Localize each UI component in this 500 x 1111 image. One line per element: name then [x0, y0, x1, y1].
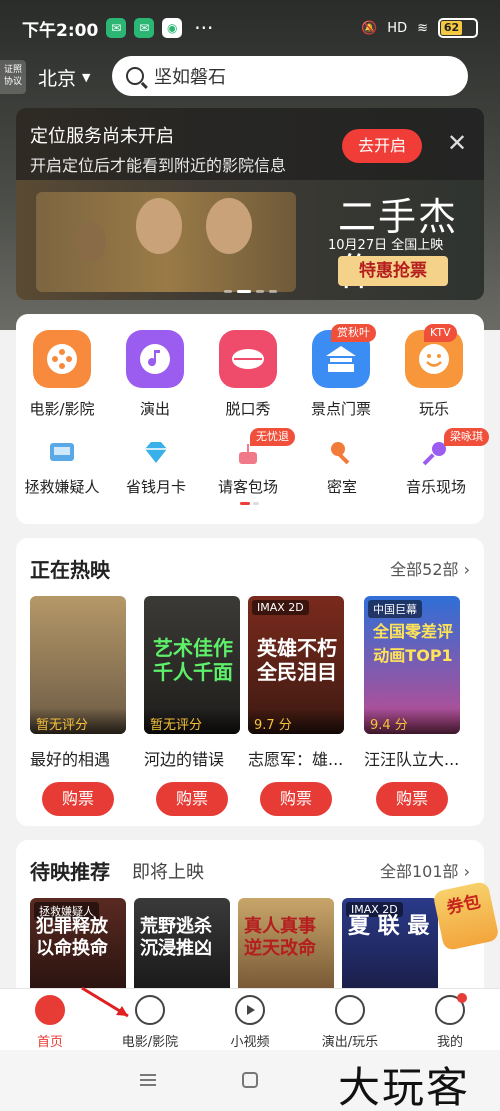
search-value: 坚如磐石: [154, 67, 226, 88]
movie-item[interactable]: 艺术佳作 千人千面 暂无评分 河边的错误 购票: [144, 596, 248, 816]
tab-shows[interactable]: 演出/玩乐: [300, 995, 400, 1050]
signal-icon: HD: [387, 20, 408, 36]
section-title: 正在热映: [30, 558, 110, 582]
film-reel-icon: [135, 995, 165, 1025]
upcoming-poster[interactable]: 真人真事 逆天改命: [238, 898, 334, 988]
movie-poster: 艺术佳作 千人千面 暂无评分: [144, 596, 240, 734]
entry-standup[interactable]: 脱口秀: [202, 330, 294, 419]
coupon-packet-button[interactable]: 券包: [432, 880, 500, 952]
movie-item[interactable]: 中国巨幕 全国零差评 动画TOP1 9.4 分 汪汪队立大... 购票: [364, 596, 468, 816]
home-cat-icon: [35, 995, 65, 1025]
banner-release-date: 10月27日 全国上映: [328, 238, 444, 253]
upcoming-card: 待映推荐 即将上映 全部101部 › 拯救嫌疑人 犯罪释放 以命换命 荒野逃杀 …: [16, 840, 484, 1000]
banner-ticket-button[interactable]: 特惠抢票: [338, 256, 448, 286]
profile-icon: [435, 993, 467, 1025]
enable-location-button[interactable]: 去开启: [342, 129, 422, 163]
red-arrow-annotation: [81, 986, 129, 1018]
upcoming-poster[interactable]: IMAX 2D 夏 联 最: [342, 898, 438, 988]
entry-private-screening[interactable]: 无忧退 请客包场: [198, 428, 298, 497]
wechat-notification-icon: ✉: [106, 18, 127, 38]
entry-badge: KTV: [424, 324, 457, 342]
movie-item[interactable]: 暂无评分 最好的相遇 购票: [30, 596, 134, 816]
home-button-icon[interactable]: [242, 1072, 258, 1088]
lips-icon: [219, 330, 277, 388]
entry-fun[interactable]: KTV 玩乐: [388, 324, 480, 419]
play-icon: [235, 995, 265, 1025]
top-header: 证照 协议 北京 ▼ 坚如磐石: [0, 54, 500, 100]
movie-name: 河边的错误: [144, 750, 225, 769]
buy-ticket-button[interactable]: 购票: [376, 782, 448, 816]
more-notifications-icon: ···: [194, 16, 214, 40]
close-icon[interactable]: ✕: [446, 131, 468, 155]
entry-escape-room[interactable]: 密室: [292, 438, 392, 497]
mute-icon: 🔕: [361, 20, 378, 36]
entry-pagination: [240, 502, 259, 505]
movie-name: 最好的相遇: [30, 750, 111, 769]
section-title[interactable]: 待映推荐: [30, 856, 110, 885]
movie-name: 志愿军：雄...: [248, 750, 344, 769]
search-input[interactable]: 坚如磐石: [112, 56, 468, 96]
key-icon: [327, 438, 357, 468]
location-notice: 定位服务尚未开启 开启定位后才能看到附近的影院信息 去开启 ✕: [16, 108, 484, 180]
status-time: 下午2:00: [22, 20, 99, 41]
wifi-icon: ≋: [417, 20, 428, 36]
quick-entry-card: 电影/影院 演出 脱口秀 赏秋叶 景点门票 KTV 玩乐 拯救嫌疑人 省钱月卡: [16, 314, 489, 524]
caret-down-icon: ▼: [82, 70, 91, 84]
entry-attractions[interactable]: 赏秋叶 景点门票: [295, 324, 387, 419]
battery-icon: 62: [438, 18, 478, 38]
upcoming-poster[interactable]: 荒野逃杀 沉浸推凶: [134, 898, 230, 988]
see-all-link[interactable]: 全部101部 ›: [380, 858, 470, 882]
film-reel-icon: [33, 330, 91, 388]
notification-dot: [457, 993, 467, 1003]
now-showing-card: 正在热映 全部52部 › 暂无评分 最好的相遇 购票 艺术佳作 千人千面 暂无评…: [16, 538, 484, 826]
upcoming-poster[interactable]: 拯救嫌疑人 犯罪释放 以命换命: [30, 898, 126, 988]
entry-monthly-card[interactable]: 省钱月卡: [106, 438, 206, 497]
tab-profile[interactable]: 我的: [400, 993, 500, 1050]
movie-item[interactable]: IMAX 2D 英雄不朽 全民泪目 9.7 分 志愿军：雄... 购票: [248, 596, 352, 816]
city-selector[interactable]: 北京 ▼: [38, 64, 90, 91]
tab-coming-soon[interactable]: 即将上映: [132, 858, 204, 884]
buy-ticket-button[interactable]: 购票: [260, 782, 332, 816]
message-notification-icon: ◉: [162, 18, 183, 38]
menu-icon[interactable]: [140, 1074, 156, 1086]
music-note-icon: [335, 995, 365, 1025]
banner-pagination: [224, 290, 277, 293]
tv-icon: [47, 438, 77, 468]
promo-banner[interactable]: 二手杰作 10月27日 全国上映 特惠抢票 定位服务尚未开启 开启定位后才能看到…: [16, 108, 484, 300]
entry-movies[interactable]: 电影/影院: [16, 330, 108, 419]
entry-live-music[interactable]: 梁咏琪 音乐现场: [386, 428, 489, 497]
status-bar: 下午2:00 ✉ ✉ ◉ ··· 🔕 HD ≋ 62: [0, 0, 500, 56]
banner-poster-image: [36, 192, 296, 292]
movie-poster: IMAX 2D 英雄不朽 全民泪目 9.7 分: [248, 596, 344, 734]
entry-badge: 梁咏琪: [444, 428, 489, 446]
movie-poster: 暂无评分: [30, 596, 126, 734]
movie-poster: 中国巨幕 全国零差评 动画TOP1 9.4 分: [364, 596, 460, 734]
search-icon: [126, 67, 144, 85]
buy-ticket-button[interactable]: 购票: [156, 782, 228, 816]
see-all-link[interactable]: 全部52部 ›: [390, 556, 470, 580]
movie-name: 汪汪队立大...: [364, 750, 460, 769]
buy-ticket-button[interactable]: 购票: [42, 782, 114, 816]
music-note-icon: [126, 330, 184, 388]
entry-badge: 赏秋叶: [331, 324, 376, 342]
entry-save-suspect[interactable]: 拯救嫌疑人: [12, 438, 112, 497]
bottom-tab-bar: 首页 电影/影院 小视频 演出/玩乐 我的: [0, 988, 500, 1050]
license-link[interactable]: 证照 协议: [0, 60, 26, 94]
city-name: 北京: [38, 67, 77, 90]
entry-shows[interactable]: 演出: [109, 330, 201, 419]
entry-badge: 无忧退: [250, 428, 295, 446]
watermark: 大玩客: [338, 1063, 471, 1111]
diamond-icon: [141, 438, 171, 468]
tab-short-video[interactable]: 小视频: [200, 995, 300, 1050]
app-notification-icon: ✉: [134, 18, 155, 38]
